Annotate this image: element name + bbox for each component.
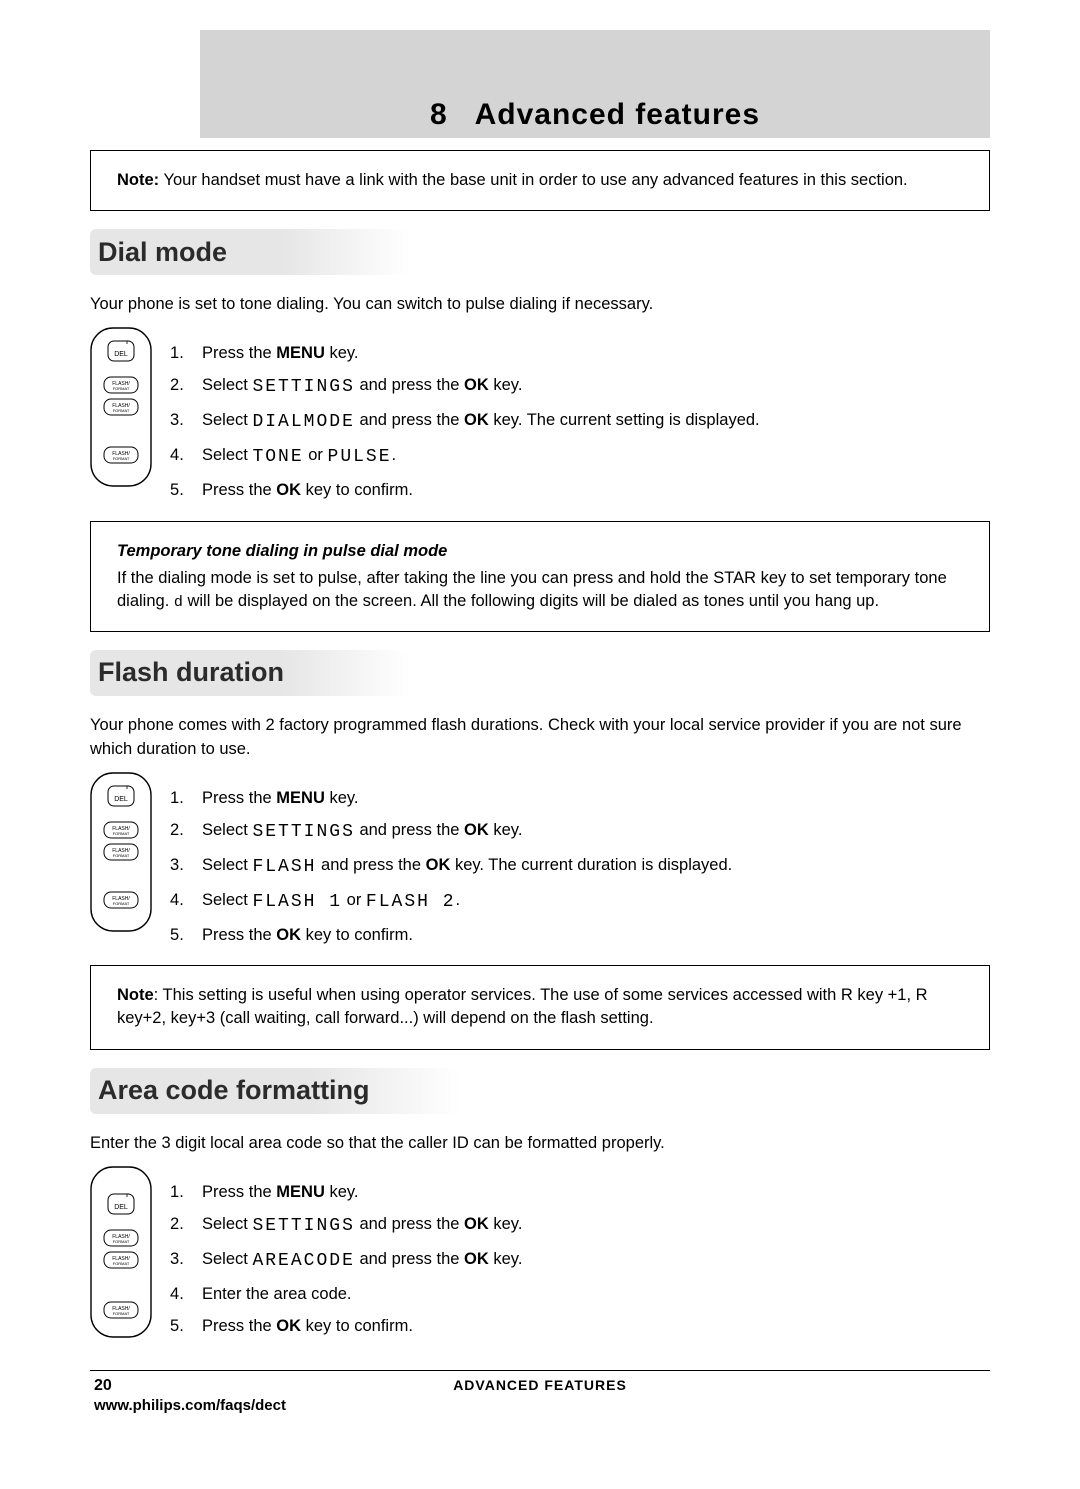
svg-text:DEL: DEL: [114, 1204, 128, 1211]
svg-text:FORMAT: FORMAT: [113, 456, 130, 461]
footer-url: www.philips.com/faqs/dect: [94, 1397, 286, 1414]
list-item: Select AREACODE and press the OK key.: [170, 1243, 522, 1278]
list-item: Select DIALMODE and press the OK key. Th…: [170, 404, 760, 439]
section-header-flash: Flash duration: [90, 650, 990, 696]
handset-keypad-icon: DEL FLASH/ FORMAT FLASH/ FORMAT FLASH/ F…: [90, 1166, 152, 1338]
list-item: Press the OK key to confirm.: [170, 919, 732, 951]
list-item: Press the OK key to confirm.: [170, 1310, 522, 1342]
svg-text:FORMAT: FORMAT: [113, 1239, 130, 1244]
dial-mode-steps-block: DEL FLASH/ FORMAT FLASH/ FORMAT FLASH/ F…: [90, 327, 990, 507]
page-footer: 20 Advanced Features www.philips.com/faq…: [90, 1370, 990, 1419]
tip-heading: Temporary tone dialing in pulse dial mod…: [117, 540, 963, 563]
list-item: Select FLASH and press the OK key. The c…: [170, 849, 732, 884]
svg-text:FORMAT: FORMAT: [113, 408, 130, 413]
section-heading: Dial mode: [90, 237, 227, 268]
svg-text:DEL: DEL: [114, 796, 128, 803]
flash-steps: Press the MENU key. Select SETTINGS and …: [170, 782, 732, 952]
list-item: Enter the area code.: [170, 1278, 522, 1310]
dial-mode-intro: Your phone is set to tone dialing. You c…: [90, 293, 990, 317]
manual-page: 8 Advanced features Note: Your handset m…: [90, 0, 990, 1459]
list-item: Press the MENU key.: [170, 782, 732, 814]
list-item: Select TONE or PULSE.: [170, 439, 760, 474]
list-item: Press the MENU key.: [170, 337, 760, 369]
svg-text:FORMAT: FORMAT: [113, 386, 130, 391]
flash-intro: Your phone comes with 2 factory programm…: [90, 714, 990, 762]
section-header-areacode: Area code formatting: [90, 1068, 990, 1114]
areacode-intro: Enter the 3 digit local area code so tha…: [90, 1132, 990, 1156]
list-item: Press the OK key to confirm.: [170, 474, 760, 506]
note-label: Note:: [117, 171, 159, 189]
svg-text:FORMAT: FORMAT: [113, 901, 130, 906]
top-note-box: Note: Your handset must have a link with…: [90, 150, 990, 211]
svg-text:FORMAT: FORMAT: [113, 853, 130, 858]
list-item: Select SETTINGS and press the OK key.: [170, 814, 732, 849]
chapter-title: 8 Advanced features: [430, 98, 760, 132]
dial-mode-tip-box: Temporary tone dialing in pulse dial mod…: [90, 521, 990, 632]
flash-note-text: : This setting is useful when using oper…: [117, 986, 928, 1027]
handset-keypad-icon: DEL FLASH/ FORMAT FLASH/ FORMAT FLASH/ F…: [90, 327, 152, 487]
list-item: Select FLASH 1 or FLASH 2.: [170, 884, 732, 919]
top-note-text: Your handset must have a link with the b…: [163, 171, 907, 189]
list-item: Select SETTINGS and press the OK key.: [170, 1208, 522, 1243]
list-item: Select SETTINGS and press the OK key.: [170, 369, 760, 404]
tip-text: If the dialing mode is set to pulse, aft…: [117, 569, 947, 610]
footer-chapter-label: Advanced Features: [90, 1377, 990, 1393]
svg-text:DEL: DEL: [114, 351, 128, 358]
section-heading: Area code formatting: [90, 1075, 370, 1106]
svg-text:FORMAT: FORMAT: [113, 1311, 130, 1316]
flash-steps-block: DEL FLASH/ FORMAT FLASH/ FORMAT FLASH/ F…: [90, 772, 990, 952]
areacode-steps-block: DEL FLASH/ FORMAT FLASH/ FORMAT FLASH/ F…: [90, 1166, 990, 1343]
areacode-steps: Press the MENU key. Select SETTINGS and …: [170, 1176, 522, 1343]
note-label: Note: [117, 986, 154, 1004]
section-heading: Flash duration: [90, 657, 284, 688]
svg-text:FORMAT: FORMAT: [113, 1261, 130, 1266]
flash-note-box: Note: This setting is useful when using …: [90, 965, 990, 1049]
list-item: Press the MENU key.: [170, 1176, 522, 1208]
svg-text:FORMAT: FORMAT: [113, 831, 130, 836]
section-header-dial-mode: Dial mode: [90, 229, 990, 275]
chapter-number: 8: [430, 98, 448, 131]
chapter-name: Advanced features: [475, 98, 760, 131]
chapter-banner: 8 Advanced features: [200, 30, 990, 138]
dial-mode-steps: Press the MENU key. Select SETTINGS and …: [170, 337, 760, 507]
handset-keypad-icon: DEL FLASH/ FORMAT FLASH/ FORMAT FLASH/ F…: [90, 772, 152, 932]
